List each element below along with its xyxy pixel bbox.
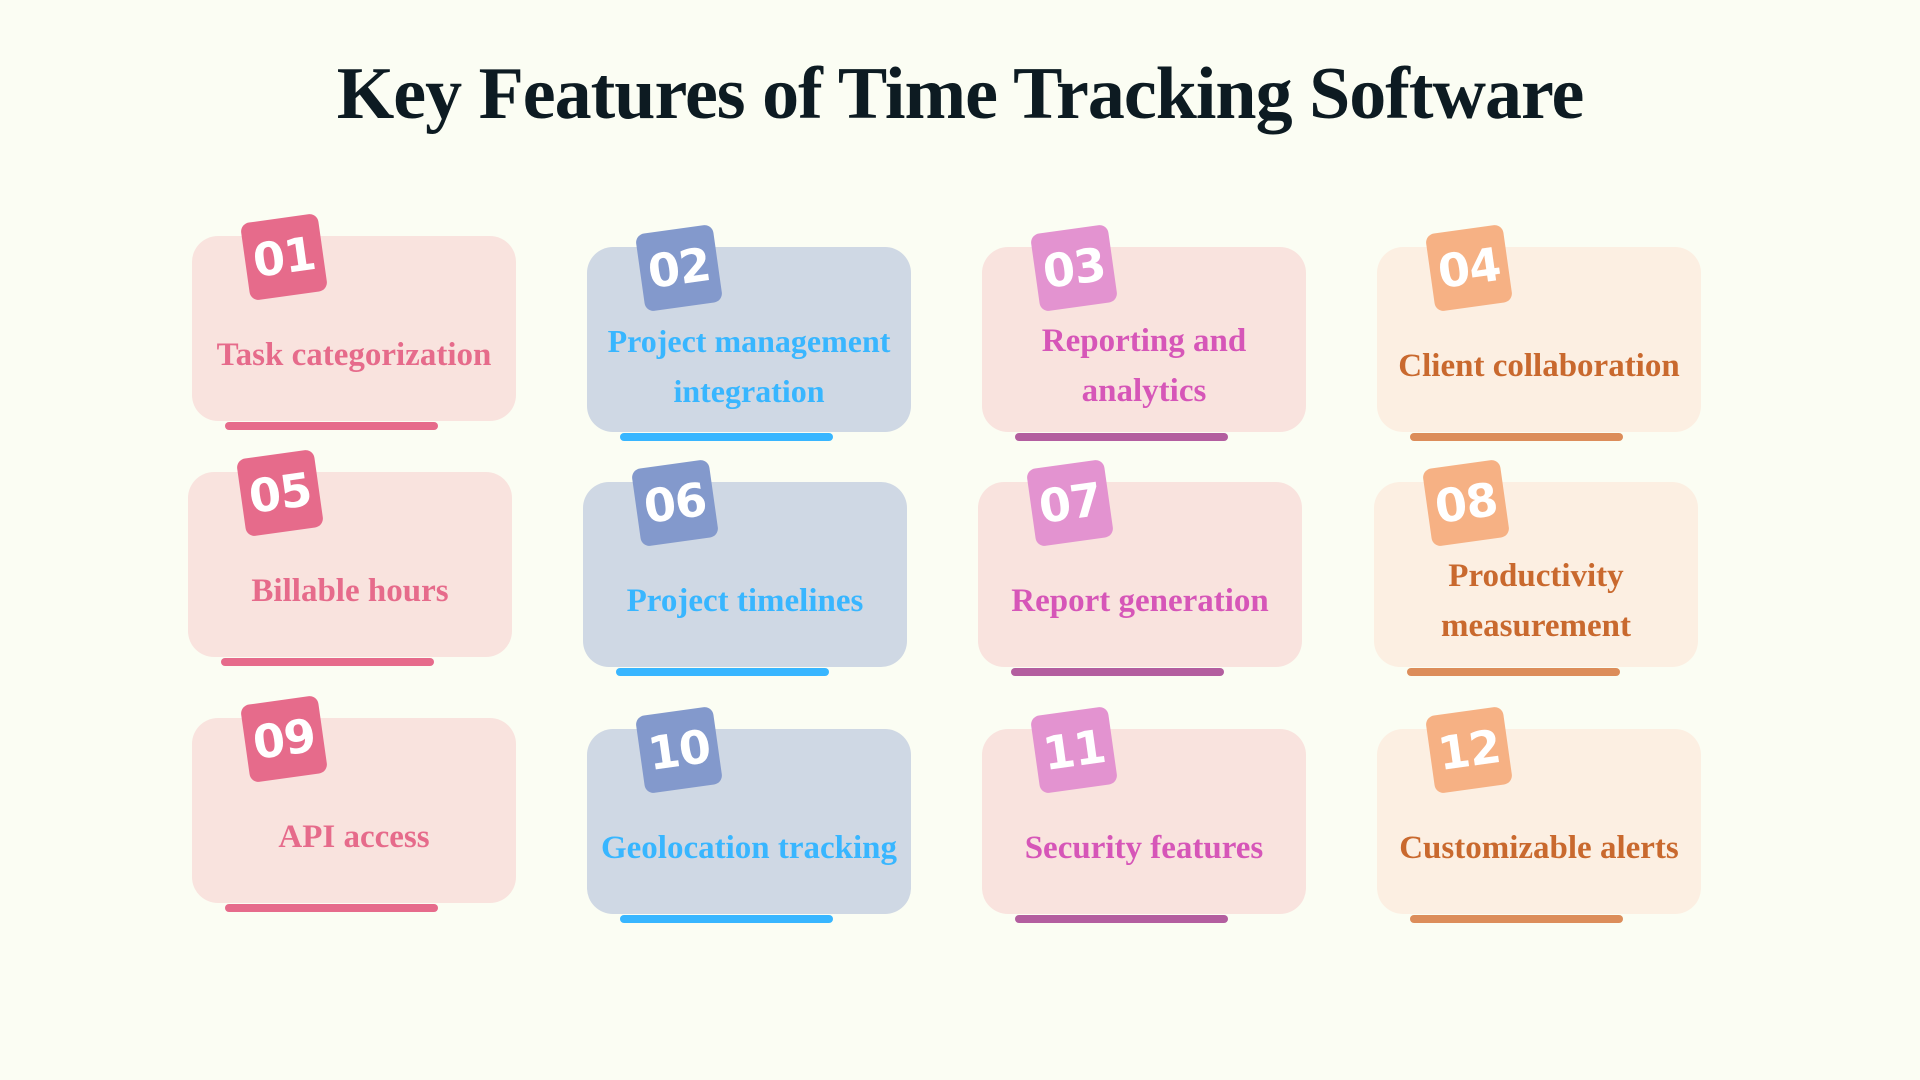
feature-number-badge: 05 [235,448,325,538]
accent-bar [225,904,438,912]
feature-label: Geolocation tracking [600,829,898,866]
feature-number-badge: 09 [239,694,329,784]
feature-card-task-categorization: 01 Task categorization [192,212,516,430]
feature-card-project-management-integration: 02 Project management integration [587,223,911,441]
feature-number-badge: 06 [630,458,720,548]
accent-bar [620,915,833,923]
accent-bar [221,658,434,666]
accent-bar [1011,668,1224,676]
feature-card-api-access: 09 API access [192,694,516,912]
feature-number-badge: 01 [239,212,329,302]
accent-bar [616,668,829,676]
feature-label: Client collaboration [1398,347,1680,384]
feature-label: Billable hours [251,572,449,609]
feature-number-badge: 10 [634,705,724,795]
feature-number-badge: 08 [1421,458,1511,548]
feature-label: Reporting and analytics [1041,322,1247,409]
feature-label: Project timelines [626,582,864,619]
page-title: Key Features of Time Tracking Software [336,53,1585,135]
accent-bar [620,433,833,441]
accent-bar [1407,668,1620,676]
accent-bar [1015,915,1228,923]
feature-label: Productivity measurement [1440,557,1631,644]
feature-number-badge: 02 [634,223,724,313]
feature-card-productivity-measurement: 08 Productivity measurement [1374,458,1698,676]
feature-card-report-generation: 07 Report generation [978,458,1302,676]
accent-bar [1410,915,1623,923]
accent-bar [1015,433,1228,441]
feature-card-billable-hours: 05 Billable hours [188,448,512,666]
feature-card-security-features: 11 Security features [982,705,1306,923]
accent-bar [1410,433,1623,441]
feature-card-project-timelines: 06 Project timelines [583,458,907,676]
feature-card-geolocation-tracking: 10 Geolocation tracking [587,705,911,923]
feature-label: Report generation [1011,582,1269,619]
feature-card-reporting-and-analytics: 03 Reporting and analytics [982,223,1306,441]
feature-number-badge: 04 [1424,223,1514,313]
feature-label: API access [278,818,430,855]
accent-bar [225,422,438,430]
feature-label: Task categorization [216,336,492,373]
feature-number-badge: 11 [1029,705,1119,795]
feature-number-badge: 03 [1029,223,1119,313]
feature-number-badge: 12 [1424,705,1514,795]
feature-label: Security features [1024,829,1264,866]
feature-number-badge: 07 [1025,458,1115,548]
feature-card-client-collaboration: 04 Client collaboration [1377,223,1701,441]
feature-card-customizable-alerts: 12 Customizable alerts [1377,705,1701,923]
feature-label: Project management integration [607,322,891,409]
feature-label: Customizable alerts [1399,829,1679,866]
